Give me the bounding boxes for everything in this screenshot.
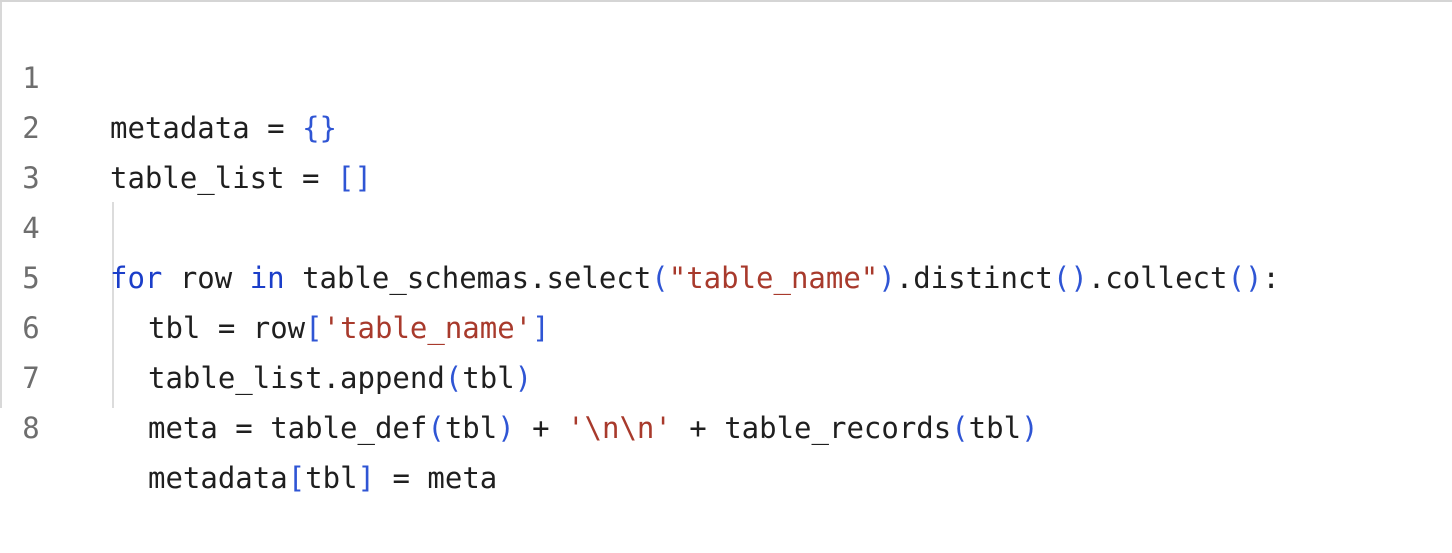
code-token: + table_records: [671, 411, 952, 445]
code-token: tbl: [968, 411, 1022, 445]
code-token: tbl: [444, 411, 498, 445]
code-line[interactable]: 6 table_list.append(tbl): [0, 253, 1452, 395]
bracket-token: ): [1021, 411, 1039, 445]
line-number: 8: [22, 411, 40, 445]
code-line[interactable]: 3: [0, 103, 1452, 195]
string-token: '\n\n': [567, 411, 672, 445]
code-line[interactable]: 7 meta = table_def(tbl) + '\n\n' + table…: [0, 303, 1452, 445]
bracket-token: ): [497, 411, 515, 445]
bracket-token: (: [427, 411, 445, 445]
code-line[interactable]: 5 tbl = row['table_name']: [0, 203, 1452, 345]
code-editor[interactable]: 1 metadata = {} 2 table_list = [] 3 4 fo…: [0, 0, 1452, 495]
code-token: = meta: [375, 461, 498, 495]
bracket-token: ]: [357, 461, 376, 495]
code-token: metadata: [148, 461, 288, 495]
code-line[interactable]: 8 metadata[tbl] = meta: [0, 353, 1452, 495]
code-token: tbl: [305, 461, 358, 495]
code-line[interactable]: 1 metadata = {}: [0, 3, 1452, 145]
code-line-text[interactable]: metadata[tbl] = meta: [110, 453, 497, 503]
code-token: +: [514, 411, 568, 445]
bracket-token: (: [951, 411, 969, 445]
code-line[interactable]: 4 for row in table_schemas.select("table…: [0, 153, 1452, 295]
code-line[interactable]: 2 table_list = []: [0, 53, 1452, 195]
code-line-text[interactable]: meta = table_def(tbl) + '\n\n' + table_r…: [110, 403, 1039, 453]
bracket-token: [: [287, 461, 306, 495]
code-body[interactable]: 1 metadata = {} 2 table_list = [] 3 4 fo…: [0, 3, 1452, 495]
code-token: meta = table_def: [148, 411, 428, 445]
